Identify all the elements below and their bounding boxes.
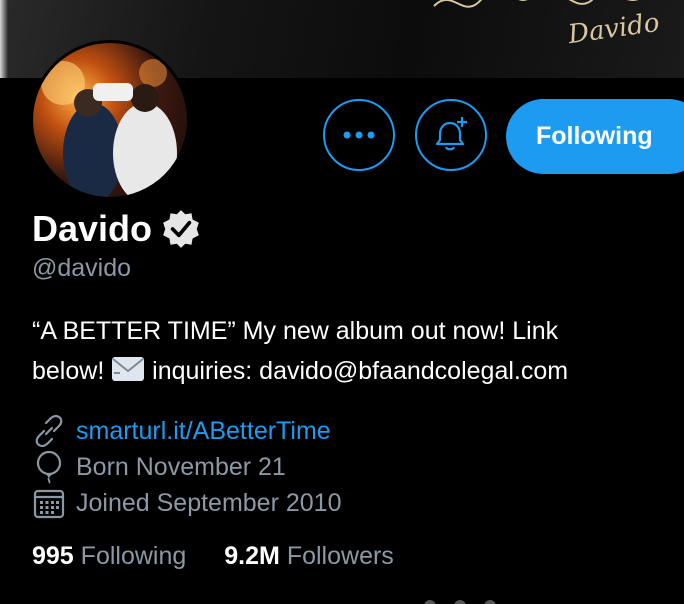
profile-stats: 995 Following 9.2M Followers xyxy=(32,542,394,571)
website-link[interactable]: smarturl.it/ABetterTime xyxy=(76,417,331,446)
following-button[interactable]: Following xyxy=(506,99,684,174)
profile-website: smarturl.it/ABetterTime xyxy=(32,414,331,448)
envelope-emoji xyxy=(112,357,145,381)
joined-text: Joined September 2010 xyxy=(76,488,342,517)
profile-birthday: Born November 21 xyxy=(32,450,286,484)
following-button-label: Following xyxy=(536,122,653,150)
following-count: 995 xyxy=(32,542,74,570)
bio-line-2-a: below! xyxy=(32,357,112,385)
followers-count: 9.2M xyxy=(224,542,280,570)
balloon-icon xyxy=(36,450,62,484)
avatar-photo xyxy=(33,43,187,197)
profile-joined: Joined September 2010 xyxy=(32,486,341,520)
bell-add-icon xyxy=(435,117,467,151)
display-name: Davido xyxy=(32,208,153,249)
more-button[interactable] xyxy=(323,99,395,171)
following-stat[interactable]: 995 Following xyxy=(32,542,186,571)
profile-bio: “A BETTER TIME” My new album out now! Li… xyxy=(32,311,672,391)
birthday-text: Born November 21 xyxy=(76,452,286,481)
link-icon xyxy=(35,414,63,448)
profile-handle: @davido xyxy=(32,254,132,282)
bio-line-2-b: inquiries: davido@bfaandcolegal.com xyxy=(145,357,569,385)
bio-line-2: below! inquiries: davido@bfaandcolegal.c… xyxy=(32,351,672,391)
verified-badge-icon xyxy=(163,210,199,248)
bio-line-1: “A BETTER TIME” My new album out now! Li… xyxy=(32,317,559,345)
banner-edge xyxy=(0,0,8,78)
more-icon xyxy=(343,131,375,139)
profile-name: Davido xyxy=(32,208,202,250)
followed-by-avatars-partial xyxy=(424,600,496,604)
calendar-icon xyxy=(33,489,65,519)
notifications-button[interactable] xyxy=(415,99,487,171)
avatar[interactable] xyxy=(30,40,190,200)
followers-stat-label: Followers xyxy=(286,542,394,570)
following-stat-label: Following xyxy=(80,542,187,570)
followers-stat[interactable]: 9.2M Followers xyxy=(224,542,394,571)
